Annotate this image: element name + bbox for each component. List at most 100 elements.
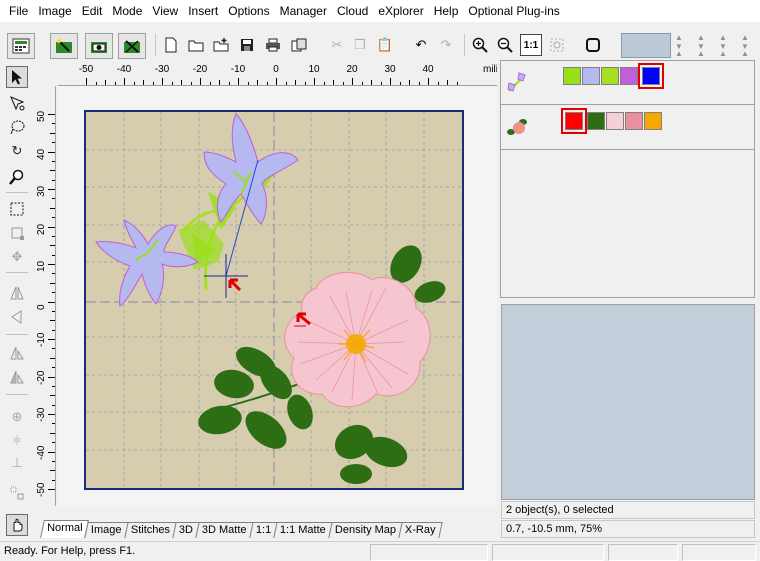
tab-1-1-matte[interactable]: 1:1 Matte bbox=[273, 522, 333, 538]
menu-help[interactable]: Help bbox=[429, 0, 464, 22]
export-icon[interactable] bbox=[288, 34, 310, 56]
new-file-icon[interactable] bbox=[160, 34, 182, 56]
tab-image[interactable]: Image bbox=[84, 522, 129, 538]
undo-icon[interactable]: ↶ bbox=[410, 34, 432, 56]
ruler-h-tick bbox=[390, 78, 391, 85]
color-chip[interactable] bbox=[625, 112, 643, 130]
object-row-wild-rose[interactable] bbox=[501, 106, 754, 150]
ruler-h-tick bbox=[342, 82, 344, 85]
color-chip[interactable] bbox=[582, 67, 600, 85]
ruler-v-tick bbox=[50, 357, 55, 359]
ruler-v-tick bbox=[48, 189, 55, 190]
color-chip[interactable] bbox=[638, 63, 664, 89]
design-canvas[interactable] bbox=[86, 112, 462, 488]
ruler-h-tick bbox=[219, 80, 220, 85]
ruler-h-label: -20 bbox=[192, 64, 208, 75]
ruler-h-tick bbox=[418, 82, 420, 85]
hoop-icon[interactable] bbox=[582, 34, 604, 56]
hand-pan-icon[interactable] bbox=[6, 514, 28, 536]
ruler-h-tick bbox=[257, 80, 258, 85]
align-center-icon[interactable]: ⊕ bbox=[6, 406, 28, 428]
tab-stitches[interactable]: Stitches bbox=[124, 522, 177, 538]
menu-view[interactable]: View bbox=[147, 0, 183, 22]
color-chip[interactable] bbox=[561, 108, 587, 134]
zoom-tool-icon[interactable] bbox=[6, 166, 28, 188]
menu-insert[interactable]: Insert bbox=[183, 0, 223, 22]
ruler-v-tick bbox=[52, 273, 55, 275]
embroidery-hoop[interactable] bbox=[84, 110, 464, 490]
skew-right-icon[interactable] bbox=[6, 366, 28, 388]
zoom-out-icon[interactable] bbox=[494, 34, 516, 56]
ruler-v-tick bbox=[52, 329, 55, 331]
current-color-swatch[interactable] bbox=[621, 33, 671, 58]
menu-explorer[interactable]: eXplorer bbox=[373, 0, 428, 22]
ruler-h-tick bbox=[238, 78, 239, 85]
toolbox-separator bbox=[6, 192, 28, 193]
menu-edit[interactable]: Edit bbox=[77, 0, 108, 22]
color-chip[interactable] bbox=[644, 112, 662, 130]
move-icon[interactable]: ✥ bbox=[6, 246, 28, 268]
redo-icon[interactable]: ↷ bbox=[435, 34, 457, 56]
camera-icon[interactable] bbox=[85, 33, 113, 59]
ruler-h-label: 30 bbox=[384, 64, 396, 75]
align-vertical-icon[interactable]: ⊥ bbox=[6, 452, 28, 474]
ruler-v-tick bbox=[50, 282, 55, 284]
color-chip[interactable] bbox=[606, 112, 624, 130]
menu-optional-plugins[interactable]: Optional Plug-ins bbox=[463, 0, 564, 22]
ruler-v-tick bbox=[48, 226, 55, 228]
ruler-h-tick bbox=[428, 78, 429, 85]
mirror-horizontal-icon[interactable] bbox=[6, 282, 28, 304]
ruler-v-tick bbox=[52, 235, 55, 237]
ruler-h-tick bbox=[162, 78, 163, 85]
distribute-icon[interactable]: ⫩ bbox=[6, 430, 28, 452]
status-cell bbox=[608, 544, 678, 561]
rect-select-icon[interactable] bbox=[6, 198, 28, 220]
paste-icon[interactable]: 📋 bbox=[374, 34, 396, 56]
lasso-icon[interactable] bbox=[6, 116, 28, 138]
menu-file[interactable]: File bbox=[4, 0, 33, 22]
menu-manager[interactable]: Manager bbox=[275, 0, 332, 22]
print-icon[interactable] bbox=[262, 34, 284, 56]
object-row-bellflower[interactable] bbox=[501, 61, 754, 105]
magic-wand-icon[interactable] bbox=[50, 33, 78, 59]
ruler-v-tick bbox=[52, 217, 55, 219]
cut-icon[interactable]: ✂ bbox=[326, 34, 348, 56]
open-folder-icon[interactable] bbox=[185, 34, 207, 56]
menu-cloud[interactable]: Cloud bbox=[332, 0, 373, 22]
tab-normal[interactable]: Normal bbox=[40, 520, 90, 538]
color-chip[interactable] bbox=[563, 67, 581, 85]
skew-left-icon[interactable] bbox=[6, 342, 28, 364]
ruler-h-tick bbox=[105, 80, 106, 85]
rotate-icon[interactable]: ↻ bbox=[6, 140, 28, 162]
select-arrow-icon[interactable] bbox=[6, 66, 28, 88]
ruler-h-tick bbox=[285, 82, 287, 85]
save-icon[interactable] bbox=[236, 34, 258, 56]
color-chip[interactable] bbox=[620, 67, 638, 85]
mirror-vertical-icon[interactable] bbox=[6, 306, 28, 328]
auto-digitize-icon[interactable] bbox=[118, 33, 146, 59]
zoom-fit-icon[interactable] bbox=[546, 34, 568, 56]
copy-icon[interactable]: ❐ bbox=[349, 34, 371, 56]
ruler-v-tick bbox=[52, 198, 55, 200]
calculator-icon[interactable] bbox=[7, 33, 35, 59]
ruler-h-tick bbox=[266, 82, 268, 85]
ruler-v-tick bbox=[48, 376, 55, 378]
color-chip[interactable] bbox=[587, 112, 605, 130]
actual-size-icon[interactable]: 1:1 bbox=[520, 34, 542, 56]
zoom-in-icon[interactable] bbox=[469, 34, 491, 56]
import-icon[interactable] bbox=[210, 34, 232, 56]
ruler-h-tick bbox=[95, 82, 97, 85]
node-edit-icon[interactable] bbox=[6, 92, 28, 114]
tab-3d-matte[interactable]: 3D Matte bbox=[195, 522, 254, 538]
tab-density-map[interactable]: Density Map bbox=[328, 522, 403, 538]
menu-image[interactable]: Image bbox=[33, 0, 76, 22]
color-chip[interactable] bbox=[601, 67, 619, 85]
resize-icon[interactable] bbox=[6, 222, 28, 244]
group-icon[interactable] bbox=[6, 482, 28, 504]
tab-x-ray[interactable]: X-Ray bbox=[398, 522, 443, 538]
left-toolbox: ↻ ✥ ⊕ ⫩ ⊥ bbox=[0, 66, 34, 540]
menu-options[interactable]: Options bbox=[223, 0, 274, 22]
bellflower-thumbnail-icon bbox=[505, 69, 531, 95]
ruler-h-tick bbox=[124, 78, 125, 85]
menu-mode[interactable]: Mode bbox=[107, 0, 147, 22]
